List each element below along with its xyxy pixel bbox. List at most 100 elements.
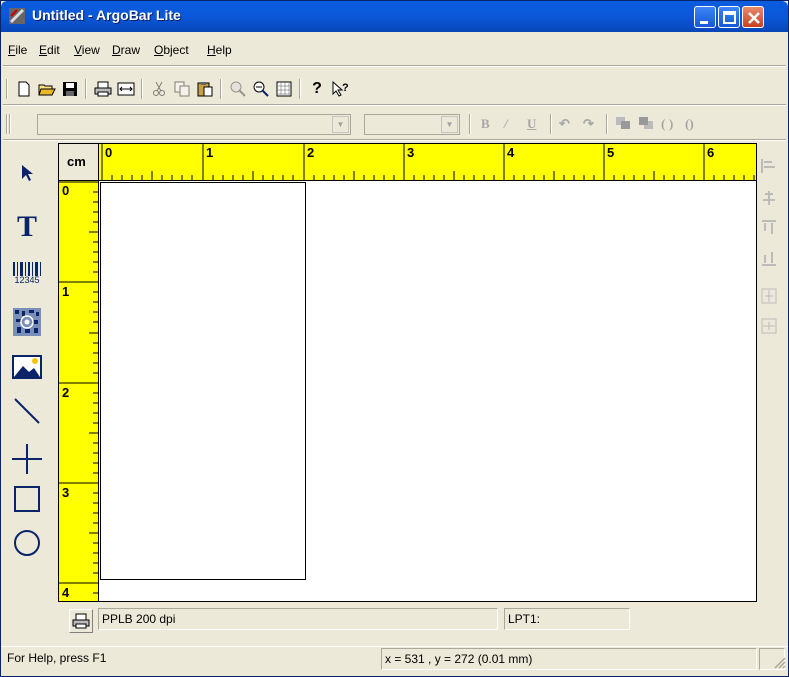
ruler-unit-label: cm <box>67 154 86 169</box>
close-button[interactable] <box>742 6 764 28</box>
printer-settings-button[interactable] <box>69 609 93 633</box>
resize-grip-icon[interactable] <box>772 655 786 669</box>
svg-text:?: ? <box>342 82 349 94</box>
minimize-button[interactable] <box>694 6 716 28</box>
bold-button[interactable]: B <box>481 116 490 132</box>
v-ruler-label: 0 <box>62 183 70 198</box>
menu-draw[interactable]: Draw <box>112 43 140 57</box>
status-help-text: For Help, press F1 <box>7 651 107 665</box>
format-toolbar-bottom-line <box>3 139 786 141</box>
app-window: Untitled - ArgoBar Lite File Edit View D… <box>0 0 789 677</box>
toolbar-separator <box>141 79 143 99</box>
group-icon-right[interactable]: ) <box>669 116 673 132</box>
menu-view[interactable]: View <box>74 43 100 57</box>
copy-icon[interactable] <box>171 78 193 100</box>
h-ruler-label: 6 <box>707 145 715 160</box>
text-tool-icon[interactable]: T <box>5 207 49 247</box>
printer-icon <box>72 613 90 629</box>
h-ruler-label: 1 <box>206 145 214 160</box>
center-vertical-icon[interactable] <box>760 317 780 337</box>
print-preview-icon[interactable] <box>115 78 137 100</box>
line-tool-icon[interactable] <box>5 391 49 431</box>
font-size-combo[interactable]: ▼ <box>364 114 460 135</box>
v-ruler-label: 1 <box>62 284 70 299</box>
menu-separator <box>3 65 786 67</box>
menu-file[interactable]: File <box>8 43 27 57</box>
help-icon[interactable]: ? <box>306 78 328 100</box>
ungroup-icon[interactable]: () <box>685 116 694 132</box>
h-ruler-label: 4 <box>507 145 515 160</box>
printer-driver-panel: PPLB 200 dpi <box>98 608 498 630</box>
menu-help[interactable]: Help <box>207 43 232 57</box>
ruler-unit-corner[interactable]: cm <box>59 144 99 181</box>
zoom-in-icon[interactable] <box>227 78 249 100</box>
toolbar-grip[interactable] <box>9 114 11 134</box>
select-arrow-icon[interactable] <box>5 153 49 193</box>
h-ruler-label: 3 <box>407 145 415 160</box>
drawing-toolbox: T 12345 <box>1 147 51 572</box>
format-toolbar: ▼ ▼ B / U ↶ ↷ ( ) () <box>1 109 788 139</box>
zoom-out-icon[interactable] <box>250 78 272 100</box>
v-ruler-label: 4 <box>62 585 70 600</box>
align-center-icon[interactable] <box>760 189 780 209</box>
align-bottom-icon[interactable] <box>760 249 780 269</box>
horizontal-ruler-ticks <box>101 144 755 180</box>
barcode-tool-icon[interactable]: 12345 <box>5 253 49 293</box>
label-design-canvas[interactable]: cm 0 1 2 3 4 5 6 0 1 2 3 4 <box>58 143 757 602</box>
menu-edit[interactable]: Edit <box>39 43 60 57</box>
context-help-icon[interactable]: ? <box>329 78 351 100</box>
2d-barcode-tool-icon[interactable] <box>5 302 49 342</box>
bring-to-front-icon[interactable] <box>615 116 631 134</box>
status-bar: For Help, press F1 x = 531 , y = 272 (0.… <box>1 646 788 670</box>
standard-toolbar: ? ? <box>1 75 788 105</box>
printer-port-text: LPT1: <box>508 612 541 626</box>
image-tool-icon[interactable] <box>5 347 49 387</box>
status-coords-panel: x = 531 , y = 272 (0.01 mm) <box>381 648 757 670</box>
rotate-left-icon[interactable]: ↶ <box>559 116 570 132</box>
save-icon[interactable] <box>59 78 81 100</box>
print-icon[interactable] <box>92 78 114 100</box>
maximize-button[interactable] <box>718 6 740 28</box>
printer-bar: PPLB 200 dpi LPT1: <box>1 604 788 634</box>
toolbar-grip[interactable] <box>6 79 8 99</box>
new-icon[interactable] <box>13 78 35 100</box>
menu-object[interactable]: Object <box>154 43 189 57</box>
horizontal-ruler: 0 1 2 3 4 5 6 <box>99 144 756 181</box>
status-help-panel: For Help, press F1 <box>4 648 378 670</box>
alignment-toolbox <box>758 147 788 357</box>
text-tool-label: T <box>16 210 37 243</box>
font-name-combo[interactable]: ▼ <box>37 114 351 135</box>
cursor-coordinates: x = 531 , y = 272 (0.01 mm) <box>385 652 533 666</box>
cut-icon[interactable] <box>148 78 170 100</box>
window-title: Untitled - ArgoBar Lite <box>32 7 181 23</box>
title-bar[interactable]: Untitled - ArgoBar Lite <box>1 1 788 32</box>
printer-port-panel: LPT1: <box>504 608 630 630</box>
barcode-tool-digits: 12345 <box>14 274 40 285</box>
grid-icon[interactable] <box>273 78 295 100</box>
chevron-down-icon[interactable]: ▼ <box>441 116 458 133</box>
ellipse-tool-icon[interactable] <box>5 523 49 563</box>
toolbar-separator <box>606 114 608 134</box>
label-page[interactable] <box>100 182 306 580</box>
chevron-down-icon[interactable]: ▼ <box>332 116 349 133</box>
v-ruler-label: 2 <box>62 385 70 400</box>
group-icon[interactable]: ( <box>661 116 665 132</box>
menu-bar: File Edit View Draw Object Help <box>1 41 788 59</box>
crosshair-tool-icon[interactable] <box>5 439 49 479</box>
center-horizontal-icon[interactable] <box>760 287 780 307</box>
italic-button[interactable]: / <box>504 116 508 132</box>
printer-driver-text: PPLB 200 dpi <box>102 612 176 626</box>
align-left-icon[interactable] <box>760 157 780 177</box>
open-icon[interactable] <box>36 78 58 100</box>
underline-button[interactable]: U <box>527 116 536 132</box>
h-ruler-label: 0 <box>105 145 113 160</box>
argobar-app-icon[interactable] <box>8 7 26 25</box>
toolbar-separator <box>469 114 471 134</box>
toolbar-grip[interactable] <box>6 114 8 134</box>
toolbar-separator <box>299 79 301 99</box>
rotate-right-icon[interactable]: ↷ <box>583 116 594 132</box>
paste-icon[interactable] <box>194 78 216 100</box>
align-top-icon[interactable] <box>760 219 780 239</box>
rectangle-tool-icon[interactable] <box>5 479 49 519</box>
send-to-back-icon[interactable] <box>638 116 654 134</box>
